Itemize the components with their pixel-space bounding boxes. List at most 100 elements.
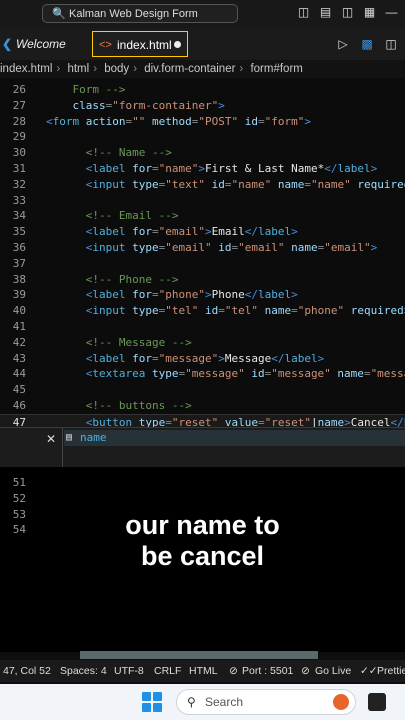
taskbar-app-icon[interactable] <box>368 693 386 711</box>
code-line[interactable]: 32 <input type="text" id="name" name="na… <box>0 177 405 193</box>
breadcrumb-div[interactable]: div.form-container <box>144 63 235 75</box>
code-token: > <box>218 351 225 365</box>
code-token: action <box>79 114 126 128</box>
line-number: 34 <box>12 209 26 223</box>
code-token: label <box>92 288 126 302</box>
code-token: input <box>92 304 126 318</box>
code-line[interactable]: 34 <!-- Email --> <box>0 208 405 224</box>
code-line[interactable]: 36 <input type="email" id="email" name="… <box>0 240 405 256</box>
breadcrumb-separator-icon: › <box>56 63 61 75</box>
code-line[interactable]: 35 <label for="email">Email</label> <box>0 224 405 240</box>
code-token: <!-- Phone --> <box>46 272 179 286</box>
line-number: 45 <box>12 383 26 397</box>
code-line[interactable]: 39 <label for="phone">Phone</label> <box>0 287 405 303</box>
tab-index-html-label: index.html <box>117 38 172 52</box>
tab-welcome[interactable]: ❮ Welcome <box>0 31 102 57</box>
code-token: label <box>92 162 126 175</box>
prettier-status[interactable]: Prettie <box>377 660 405 682</box>
code-line[interactable]: 28 <form action="" method="POST" id="form… <box>0 114 405 130</box>
code-line[interactable]: 26 Form --> <box>0 82 405 98</box>
code-line[interactable]: 29 <box>0 129 405 145</box>
code-line[interactable]: 41 <box>0 319 405 335</box>
horizontal-scrollbar[interactable] <box>80 651 318 659</box>
code-token: label <box>284 351 318 365</box>
code-token: = <box>151 162 159 175</box>
line-number: 26 <box>12 83 26 96</box>
pumpkin-icon <box>333 694 349 710</box>
toggle-secondary-sidebar-icon[interactable]: ◫ <box>340 5 355 20</box>
code-line[interactable]: 52 <box>0 491 405 507</box>
taskbar-search[interactable]: ⚲ Search <box>176 689 356 715</box>
code-token: = <box>291 304 298 318</box>
code-token: label <box>337 162 371 175</box>
code-line[interactable]: 51 <box>0 475 405 491</box>
code-editor[interactable]: 26 Form --> 27 class="form-container"> 28 <… <box>0 78 405 432</box>
code-token: class <box>46 98 106 112</box>
line-ending[interactable]: CRLF <box>154 660 181 682</box>
code-line[interactable]: 38 <!-- Phone --> <box>0 272 405 288</box>
code-token: for <box>125 162 152 175</box>
command-center-search[interactable]: 🔍 Kalman Web Design Form <box>42 4 238 23</box>
code-token: "name" <box>231 177 272 191</box>
line-number: 37 <box>12 256 26 270</box>
code-line[interactable]: 31 <label for="name">First & Last Name*<… <box>0 161 405 177</box>
breadcrumb-body[interactable]: body <box>104 63 129 75</box>
code-token: for <box>125 351 152 365</box>
code-line[interactable]: 33 <box>0 193 405 209</box>
code-token: id <box>198 304 219 318</box>
toggle-panel-icon[interactable]: ▤ <box>318 5 333 20</box>
code-line[interactable]: 45 <box>0 382 405 398</box>
live-server-port[interactable]: Port : 5501 <box>242 660 293 682</box>
suggestion-item[interactable]: ▤ name <box>64 430 405 446</box>
live-share-icon[interactable]: ▩ <box>359 31 375 57</box>
toggle-sidebar-icon[interactable]: ◫ <box>296 5 311 20</box>
minimize-icon[interactable]: — <box>384 5 399 20</box>
code-line[interactable]: 40 <input type="tel" id="tel" name="phon… <box>0 303 405 319</box>
tab-index-html[interactable]: <> index.html <box>92 31 188 57</box>
suggestion-label: name <box>80 431 107 444</box>
status-bar: 47, Col 52 Spaces: 4 UTF-8 CRLF HTML ⊘ P… <box>0 660 405 682</box>
line-number: 39 <box>12 288 26 302</box>
code-token: type <box>145 367 179 381</box>
code-line[interactable]: 27 class="form-container"> <box>0 98 405 114</box>
code-token: label <box>257 225 292 239</box>
code-token: "email" <box>165 241 212 254</box>
code-line[interactable]: 37 <box>0 256 405 272</box>
line-number: 27 <box>12 98 26 112</box>
code-token: "form" <box>264 114 305 128</box>
code-token: < <box>46 162 93 175</box>
code-line[interactable]: 46 <!-- buttons --> <box>0 398 405 414</box>
line-number: 51 <box>12 476 26 489</box>
breadcrumb-form[interactable]: form#form <box>250 63 302 75</box>
windows-taskbar: ⚲ Search <box>0 684 405 720</box>
indentation[interactable]: Spaces: 4 <box>60 660 107 682</box>
code-line[interactable]: 44 <textarea type="message" id="message"… <box>0 366 405 382</box>
code-token: Message <box>224 351 272 365</box>
cursor-position[interactable]: 47, Col 52 <box>3 660 51 682</box>
suggest-widget: ✕ ▤ name <box>0 427 405 468</box>
breadcrumb-file[interactable]: index.html <box>0 63 52 75</box>
code-token: = <box>151 225 159 239</box>
layout-icon[interactable]: ▦ <box>362 5 377 20</box>
language-mode[interactable]: HTML <box>189 660 218 682</box>
split-editor-icon[interactable]: ◫ <box>383 31 399 57</box>
close-icon[interactable]: ✕ <box>46 432 56 446</box>
windows-start-icon[interactable] <box>142 692 162 712</box>
symbol-icon: ▤ <box>66 432 73 443</box>
encoding[interactable]: UTF-8 <box>114 660 144 682</box>
code-token: label <box>92 225 126 239</box>
code-line[interactable]: 42 <!-- Message --> <box>0 335 405 351</box>
code-token: "phone" <box>297 304 345 318</box>
code-line[interactable]: 43 <label for="message">Message</label> <box>0 351 405 367</box>
line-number: 30 <box>12 146 26 160</box>
code-line[interactable]: 30 <!-- Name --> <box>0 145 405 161</box>
code-token: = <box>218 304 225 318</box>
caption-line-1: our name to <box>125 510 280 540</box>
go-live-button[interactable]: Go Live <box>315 660 351 682</box>
breadcrumb-html[interactable]: html <box>67 63 89 75</box>
line-number: 31 <box>12 162 26 175</box>
run-icon[interactable]: ▷ <box>335 31 351 57</box>
tab-welcome-label: Welcome <box>16 37 66 51</box>
code-token: > <box>204 288 212 302</box>
unsaved-dot-icon[interactable] <box>174 41 181 48</box>
